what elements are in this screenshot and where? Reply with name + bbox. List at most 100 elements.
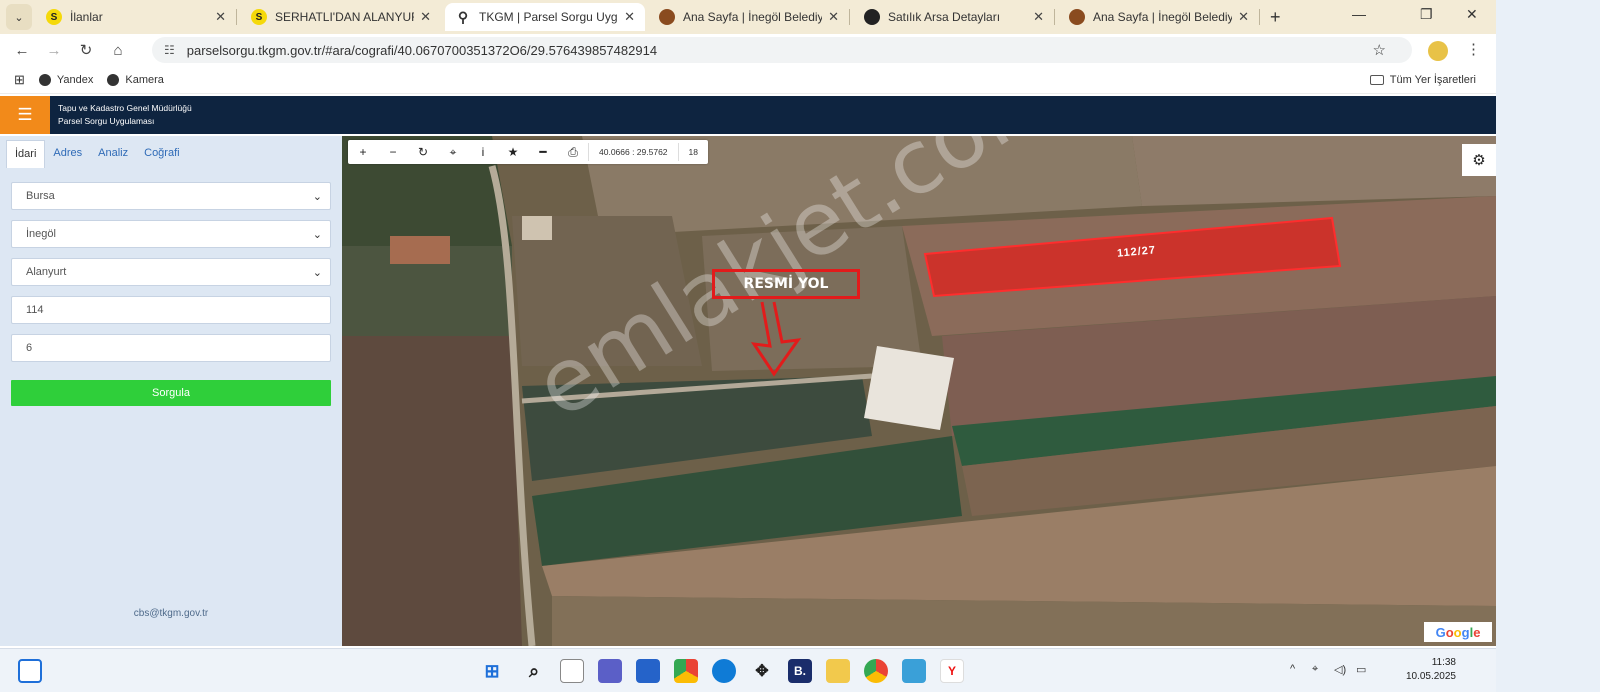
tab-title: Satılık Arsa Detayları bbox=[888, 10, 1001, 24]
browser-tab[interactable]: Satılık Arsa Detayları ✕ bbox=[854, 3, 1054, 31]
province-value: Bursa bbox=[26, 190, 55, 202]
neighborhood-value: Alanyurt bbox=[26, 266, 67, 278]
apps-grid-icon[interactable]: ⊞ bbox=[14, 72, 25, 88]
app-title: Tapu ve Kadastro Genel Müdürlüğü Parsel … bbox=[58, 102, 192, 128]
bookmark-yandex[interactable]: Yandex bbox=[38, 73, 94, 86]
profile-avatar-icon[interactable] bbox=[1428, 41, 1448, 61]
widgets-icon[interactable] bbox=[18, 659, 42, 683]
house bbox=[390, 236, 450, 264]
google-logo: Google bbox=[1424, 622, 1492, 642]
listing-favicon-icon bbox=[864, 9, 880, 25]
volume-icon[interactable]: ◁) bbox=[1334, 663, 1346, 676]
yandex-browser-icon[interactable]: Y bbox=[940, 659, 964, 683]
query-tabs: İdari Adres Analiz Coğrafi bbox=[6, 140, 188, 168]
store-icon[interactable] bbox=[636, 659, 660, 683]
minimize-icon[interactable]: — bbox=[1352, 6, 1366, 22]
browser-tab[interactable]: Ana Sayfa | İnegöl Belediye ✕ bbox=[1059, 3, 1259, 31]
tab-search-chevron-icon[interactable]: ⌄ bbox=[6, 4, 32, 30]
browser-tab[interactable]: Ana Sayfa | İnegöl Belediye ✕ bbox=[649, 3, 849, 31]
clock-date: 10.05.2025 bbox=[1405, 671, 1456, 682]
close-tab-icon[interactable]: ✕ bbox=[215, 9, 226, 25]
bookmark-kamera[interactable]: Kamera bbox=[107, 73, 164, 86]
chevron-down-icon: ⌄ bbox=[312, 228, 322, 241]
teams-icon[interactable] bbox=[598, 659, 622, 683]
site-settings-icon[interactable]: ☷ bbox=[164, 43, 175, 57]
home-icon[interactable]: ⌂ bbox=[102, 42, 134, 59]
zoom-out-icon[interactable]: − bbox=[378, 145, 408, 159]
back-arrow-icon[interactable]: ← bbox=[6, 42, 38, 59]
close-tab-icon[interactable]: ✕ bbox=[1238, 9, 1249, 25]
parcel-value: 6 bbox=[26, 342, 33, 354]
close-tab-icon[interactable]: ✕ bbox=[420, 9, 431, 25]
tab-analiz[interactable]: Analiz bbox=[90, 140, 136, 168]
map-settings-gear-icon[interactable]: ⚙ bbox=[1462, 144, 1496, 176]
camera-icon bbox=[107, 73, 120, 86]
app-header: ☰ Tapu ve Kadastro Genel Müdürlüğü Parse… bbox=[0, 96, 1496, 134]
bookmark-star-icon[interactable]: ☆ bbox=[1373, 41, 1386, 59]
tab-idari[interactable]: İdari bbox=[6, 140, 46, 168]
file-explorer-icon[interactable] bbox=[826, 659, 850, 683]
chrome-profile-icon[interactable] bbox=[864, 659, 888, 683]
measure-icon[interactable]: ━ bbox=[528, 145, 558, 159]
query-panel: İdari Adres Analiz Coğrafi Bursa ⌄ İnegöl… bbox=[0, 136, 342, 646]
contact-email[interactable]: cbs@tkgm.gov.tr bbox=[0, 608, 342, 619]
address-toolbar: ← → ↻ ⌂ ☷ parselsorgu.tkgm.gov.tr/#ara/c… bbox=[0, 34, 1496, 66]
close-tab-icon[interactable]: ✕ bbox=[828, 9, 839, 25]
satellite-map[interactable]: emlakjet.com RESMİ YOL 112/27 + − ↻ ⌖ i … bbox=[342, 136, 1496, 646]
block-value: 114 bbox=[26, 304, 44, 316]
parcel-input[interactable]: 6 bbox=[11, 334, 331, 362]
task-view-icon[interactable] bbox=[560, 659, 584, 683]
locate-icon[interactable]: ⌖ bbox=[438, 145, 468, 160]
dropbox-icon[interactable]: ✥ bbox=[750, 659, 774, 683]
map-toolbar: + − ↻ ⌖ i ★ ━ ⎙ 40.0666 : 29.5762 18 bbox=[348, 140, 709, 164]
restore-icon[interactable]: ❐ bbox=[1420, 6, 1433, 23]
system-clock[interactable]: 11:38 10.05.2025 bbox=[1406, 656, 1456, 684]
search-icon[interactable]: ⌕ bbox=[522, 659, 546, 683]
forward-arrow-icon[interactable]: → bbox=[38, 42, 70, 59]
favorite-star-icon[interactable]: ★ bbox=[498, 145, 528, 159]
address-bar[interactable]: ☷ parselsorgu.tkgm.gov.tr/#ara/cografi/4… bbox=[152, 37, 1412, 63]
browser-tab-active[interactable]: ⚲ TKGM | Parsel Sorgu Uygul ✕ bbox=[445, 3, 645, 31]
edge-icon[interactable] bbox=[712, 659, 736, 683]
tab-separator bbox=[1259, 9, 1260, 25]
close-tab-icon[interactable]: ✕ bbox=[624, 9, 635, 25]
chevron-down-icon: ⌄ bbox=[312, 190, 322, 203]
browser-tab[interactable]: S SERHATLI'DAN ALANYURT ✕ bbox=[241, 3, 441, 31]
info-icon[interactable]: i bbox=[468, 145, 498, 159]
network-icon[interactable]: ⌖ bbox=[1312, 663, 1318, 676]
location-pin-icon: ⚲ bbox=[457, 8, 469, 25]
chevron-up-icon[interactable]: ^ bbox=[1290, 663, 1295, 675]
battery-icon[interactable]: ▭ bbox=[1356, 663, 1366, 676]
tab-title: TKGM | Parsel Sorgu Uygul bbox=[479, 10, 619, 24]
browser-tab[interactable]: S İlanlar ✕ bbox=[36, 3, 236, 31]
all-bookmarks[interactable]: Tüm Yer İşaretleri bbox=[1369, 74, 1476, 86]
bookmark-label: Yandex bbox=[56, 73, 94, 86]
close-tab-icon[interactable]: ✕ bbox=[1033, 9, 1044, 25]
query-button[interactable]: Sorgula bbox=[11, 380, 331, 406]
bookmarks-bar: ⊞ Yandex Kamera Tüm Yer İşaretleri bbox=[0, 66, 1496, 94]
close-window-icon[interactable]: ✕ bbox=[1466, 6, 1478, 23]
district-select[interactable]: İnegöl ⌄ bbox=[11, 220, 331, 248]
province-select[interactable]: Bursa ⌄ bbox=[11, 182, 331, 210]
hamburger-menu-icon[interactable]: ☰ bbox=[0, 96, 50, 134]
chrome-icon[interactable] bbox=[674, 659, 698, 683]
zoom-in-icon[interactable]: + bbox=[348, 145, 378, 159]
tab-favicon-icon: S bbox=[46, 9, 62, 25]
app-icon[interactable] bbox=[902, 659, 926, 683]
tab-adres[interactable]: Adres bbox=[45, 140, 90, 168]
neighborhood-select[interactable]: Alanyurt ⌄ bbox=[11, 258, 331, 286]
tab-separator bbox=[236, 9, 237, 25]
os-taskbar: ⊞ ⌕ ✥ B. Y ^ ⌖ ◁) ▭ 11:38 10.05.2025 bbox=[0, 648, 1496, 692]
field bbox=[1132, 136, 1496, 206]
block-input[interactable]: 114 bbox=[11, 296, 331, 324]
new-tab-plus-icon[interactable]: + bbox=[1270, 7, 1281, 28]
booking-icon[interactable]: B. bbox=[788, 659, 812, 683]
tab-cografi[interactable]: Coğrafi bbox=[136, 140, 187, 168]
app-title-line2: Parsel Sorgu Uygulaması bbox=[58, 116, 155, 126]
browser-menu-icon[interactable]: ⋮ bbox=[1466, 40, 1481, 58]
refresh-icon[interactable]: ↻ bbox=[408, 145, 438, 159]
print-icon[interactable]: ⎙ bbox=[558, 145, 588, 160]
reload-icon[interactable]: ↻ bbox=[70, 41, 102, 59]
field bbox=[342, 336, 522, 646]
windows-start-icon[interactable]: ⊞ bbox=[480, 659, 504, 683]
